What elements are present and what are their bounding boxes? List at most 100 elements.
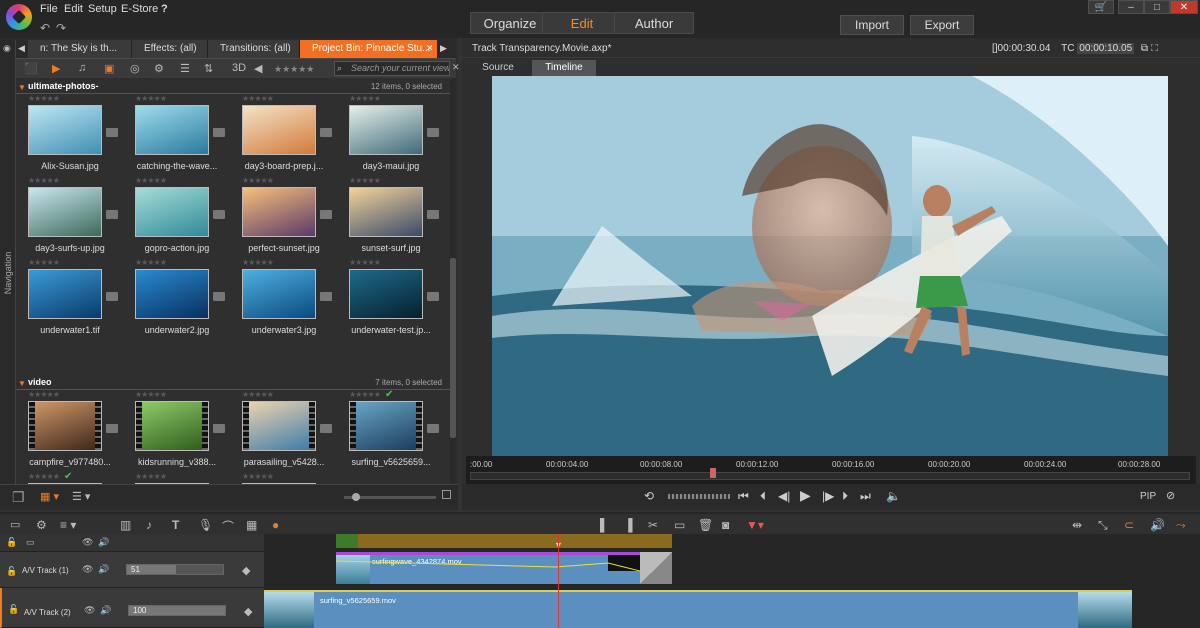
settings-icon[interactable]: ⚙: [154, 62, 164, 75]
thumbnail[interactable]: [242, 187, 316, 237]
timeline-ruler-range[interactable]: [358, 534, 672, 548]
folder-icon[interactable]: [213, 128, 225, 137]
track-header-1[interactable]: 🔓 A/V Track (1) 👁 🔊 51 ◆: [0, 552, 264, 588]
photo-item[interactable]: ★★★★★ day3-maui.jpg: [339, 94, 443, 176]
timeline-playhead[interactable]: [558, 534, 559, 628]
speaker-icon[interactable]: 🔊: [100, 605, 111, 616]
navigation-strip[interactable]: ◉ Navigation: [0, 40, 16, 510]
video-item[interactable]: ★★★★★: [125, 472, 229, 484]
effects-icon[interactable]: ●: [272, 518, 279, 532]
photo-item[interactable]: ★★★★★ underwater-test.jp...: [339, 258, 443, 340]
thumbnail[interactable]: [242, 269, 316, 319]
thumbnail[interactable]: [349, 401, 423, 451]
photo-item[interactable]: ★★★★★ Alix-Susan.jpg: [18, 94, 122, 176]
scrollbar-thumb[interactable]: [450, 258, 456, 438]
search-input[interactable]: ⌕ Search your current view: [334, 61, 450, 76]
lock-icon[interactable]: 🔓: [6, 537, 17, 548]
menu-edit[interactable]: Edit: [64, 3, 83, 15]
collapse-icon[interactable]: ▼: [18, 379, 26, 388]
import-button[interactable]: Import: [840, 15, 904, 35]
rating-stars[interactable]: ★★★★★: [349, 94, 381, 103]
maximize-button[interactable]: □: [1144, 0, 1170, 14]
video-preview[interactable]: [492, 76, 1168, 456]
video-item[interactable]: ★★★★★ parasailing_v5428...: [232, 390, 336, 472]
tab-close-icon[interactable]: ✕: [426, 43, 434, 54]
menu-help[interactable]: ?: [161, 3, 168, 15]
thumbnail-size-slider[interactable]: [344, 493, 436, 501]
rating-stars[interactable]: ★★★★★: [135, 390, 167, 399]
folder-icon[interactable]: [106, 424, 118, 433]
volume-slider[interactable]: 51: [126, 564, 224, 575]
detach-icon[interactable]: ⧉: [1141, 43, 1148, 54]
clip-surfing-v5625659[interactable]: surfing_v5625659.mov: [264, 590, 1132, 628]
folder-icon[interactable]: [427, 128, 439, 137]
list-view-icon[interactable]: ☰: [180, 62, 190, 75]
thumbnail[interactable]: [349, 269, 423, 319]
layers-icon[interactable]: ❐: [12, 489, 25, 506]
delete-icon[interactable]: 🗑: [698, 518, 713, 532]
music-icon[interactable]: ♫: [78, 62, 86, 74]
close-button[interactable]: ✕: [1170, 0, 1198, 14]
thumbnail[interactable]: [242, 105, 316, 155]
tab-source[interactable]: Source: [470, 60, 526, 76]
video-item[interactable]: ★★★★★ kidsrunning_v388...: [125, 390, 229, 472]
rating-stars[interactable]: ★★★★★: [28, 176, 60, 185]
rating-stars[interactable]: ★★★★★: [135, 258, 167, 267]
grid-view-icon[interactable]: ▦ ▾: [40, 490, 59, 503]
speaker-icon[interactable]: 🔊: [98, 537, 109, 548]
thumbnail[interactable]: [28, 401, 102, 451]
razor-icon[interactable]: ✂: [648, 518, 658, 532]
menu-setup[interactable]: Setup: [88, 3, 117, 15]
rating-stars[interactable]: ★★★★★: [349, 176, 381, 185]
settings-icon[interactable]: ⚙: [36, 518, 47, 532]
thumbnail[interactable]: [349, 187, 423, 237]
transition-block[interactable]: [640, 552, 672, 584]
dynamic-length-icon[interactable]: ⤡: [1098, 518, 1108, 533]
collapse-icon[interactable]: ▼: [18, 83, 26, 92]
group-header[interactable]: ▼ ultimate-photos- 12 items, 0 selected: [16, 80, 450, 94]
library-scrollbar[interactable]: [450, 78, 456, 484]
lock-icon[interactable]: 🔓: [8, 604, 19, 615]
audio-scrub-icon[interactable]: 🔊: [1150, 518, 1165, 532]
monitor-icon[interactable]: ▭: [26, 537, 35, 548]
scrubber-track[interactable]: [470, 472, 1190, 480]
montage-icon[interactable]: ▦: [246, 518, 257, 532]
folder-icon[interactable]: [320, 128, 332, 137]
next-frame-icon[interactable]: ⏵: [842, 489, 848, 504]
thumbnail[interactable]: [135, 269, 209, 319]
volume-icon[interactable]: 🔈: [886, 489, 901, 503]
sort-icon[interactable]: ⇅: [204, 62, 213, 75]
folder-icon[interactable]: [213, 424, 225, 433]
tab-organize[interactable]: Organize: [470, 12, 550, 34]
photo-item[interactable]: ★★★★★ catching-the-wave...: [125, 94, 229, 176]
eye-icon[interactable]: 👁: [82, 537, 93, 548]
folder-icon[interactable]: [427, 292, 439, 301]
snapshot-icon[interactable]: ◙: [722, 518, 729, 532]
rating-stars[interactable]: ★★★★★: [135, 472, 167, 481]
timeline-tracks-area[interactable]: ▼ surfingwave_4342874.mov surfing_v56256…: [264, 534, 1200, 628]
edit-mode-icon[interactable]: ⤳: [1176, 518, 1186, 533]
folder-icon[interactable]: [106, 292, 118, 301]
photo-item[interactable]: ★★★★★ underwater3.jpg: [232, 258, 336, 340]
folder-icon[interactable]: [427, 210, 439, 219]
go-to-start-icon[interactable]: ⏮: [738, 489, 749, 504]
eye-icon[interactable]: 👁: [84, 605, 95, 616]
clear-search-icon[interactable]: ✕: [452, 62, 460, 73]
scorefitter-icon[interactable]: ♪: [146, 518, 152, 532]
rating-stars[interactable]: ★★★★★: [242, 390, 274, 399]
go-to-end-icon[interactable]: ⏭: [860, 489, 871, 504]
video-filter-icon[interactable]: ▶: [52, 62, 60, 75]
thumbnail[interactable]: [135, 187, 209, 237]
thumbnail[interactable]: [135, 105, 209, 155]
pip-settings-icon[interactable]: ⊘: [1166, 489, 1175, 502]
rating-stars[interactable]: ★★★★★: [28, 390, 60, 399]
slider-knob[interactable]: [352, 493, 360, 501]
scrubber-ruler[interactable]: :00.00 00:00:04.00 00:00:08.00 00:00:12.…: [466, 456, 1196, 484]
forward-icon[interactable]: |▶: [822, 489, 834, 503]
opacity-curve[interactable]: [336, 555, 640, 584]
cart-icon[interactable]: 🛒: [1088, 0, 1114, 14]
photo-item[interactable]: ★★★★★ sunset-surf.jpg: [339, 176, 443, 258]
rating-stars[interactable]: ★★★★★: [349, 258, 381, 267]
shuttle-control[interactable]: [668, 494, 730, 499]
folder-icon[interactable]: [320, 210, 332, 219]
